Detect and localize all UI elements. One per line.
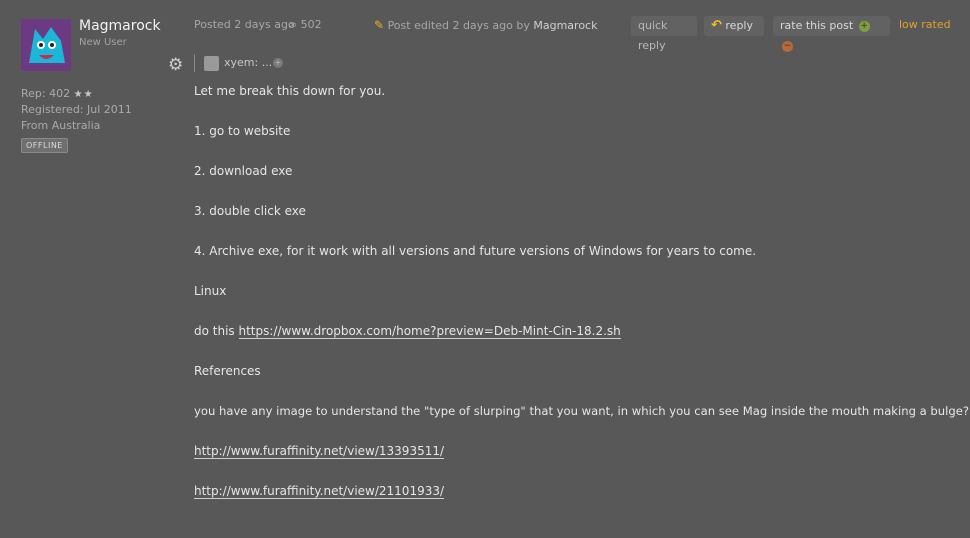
avatar-image [21,19,71,71]
edited-by-user[interactable]: Magmarock [533,19,597,32]
quick-reply-button[interactable]: quick reply [631,16,697,52]
post-line: References [194,364,261,378]
views-icon: ∞ [288,18,298,31]
post-line: 2. download exe [194,164,293,178]
view-count: ∞ 502 [288,18,322,31]
post-line: Let me break this down for you. [194,84,386,98]
gear-icon[interactable]: ⚙ [168,55,183,75]
rate-label: rate this post [780,19,854,32]
pencil-icon: ✎ [374,18,385,32]
rep-label: Rep: 402 [21,87,71,100]
rate-post-button: rate this post + − [773,16,890,52]
plus-icon[interactable]: + [858,20,870,32]
post-line: do this https://www.dropbox.com/home?pre… [194,324,621,339]
edit-info: ✎ Post edited 2 days ago by Magmarock [374,18,597,32]
post-line: 4. Archive exe, for it work with all ver… [194,244,757,258]
posted-time-value: 2 days ago [234,18,295,31]
rating-status: low rated [899,18,951,31]
user-rep: Rep: 402 ★★ [21,86,94,103]
post-line: 3. double click exe [194,204,306,218]
reply-label: reply [725,19,754,32]
reply-arrow-icon: ↶ [711,18,722,33]
post-line: you have any image to understand the "ty… [194,404,969,418]
rep-user[interactable]: xyem: ... [224,56,272,69]
post-line: 1. go to website [194,124,291,138]
post-line: Linux [194,284,227,298]
user-title: New User [79,37,127,48]
dropbox-link[interactable]: https://www.dropbox.com/home?preview=Deb… [238,324,621,339]
edited-time: 2 days ago [452,19,513,32]
username[interactable]: Magmarock [79,18,161,34]
furaffinity-link-2[interactable]: http://www.furaffinity.net/view/21101933… [194,484,445,499]
mini-avatar[interactable] [204,56,219,71]
furaffinity-link-1[interactable]: http://www.furaffinity.net/view/13393511… [194,444,445,459]
user-location: From Australia [21,119,101,132]
minus-icon[interactable]: − [782,40,793,52]
edited-by-prefix: by [516,19,530,32]
post-line: http://www.furaffinity.net/view/13393511… [194,444,445,459]
posted-time: Posted 2 days ago [194,18,295,31]
more-icon[interactable]: + [273,58,283,68]
do-this-text: do this [194,324,235,338]
user-registered: Registered: Jul 2011 [21,103,132,116]
posted-prefix: Posted [194,18,231,31]
divider [194,54,195,72]
views-value: 502 [300,18,322,31]
status-badge: OFFLINE [21,138,68,153]
reply-button[interactable]: ↶ reply [704,16,764,36]
rep-stars: ★★ [73,89,94,100]
avatar[interactable] [21,19,71,71]
post-line: http://www.furaffinity.net/view/21101933… [194,484,445,499]
edited-prefix: Post edited [387,19,449,32]
